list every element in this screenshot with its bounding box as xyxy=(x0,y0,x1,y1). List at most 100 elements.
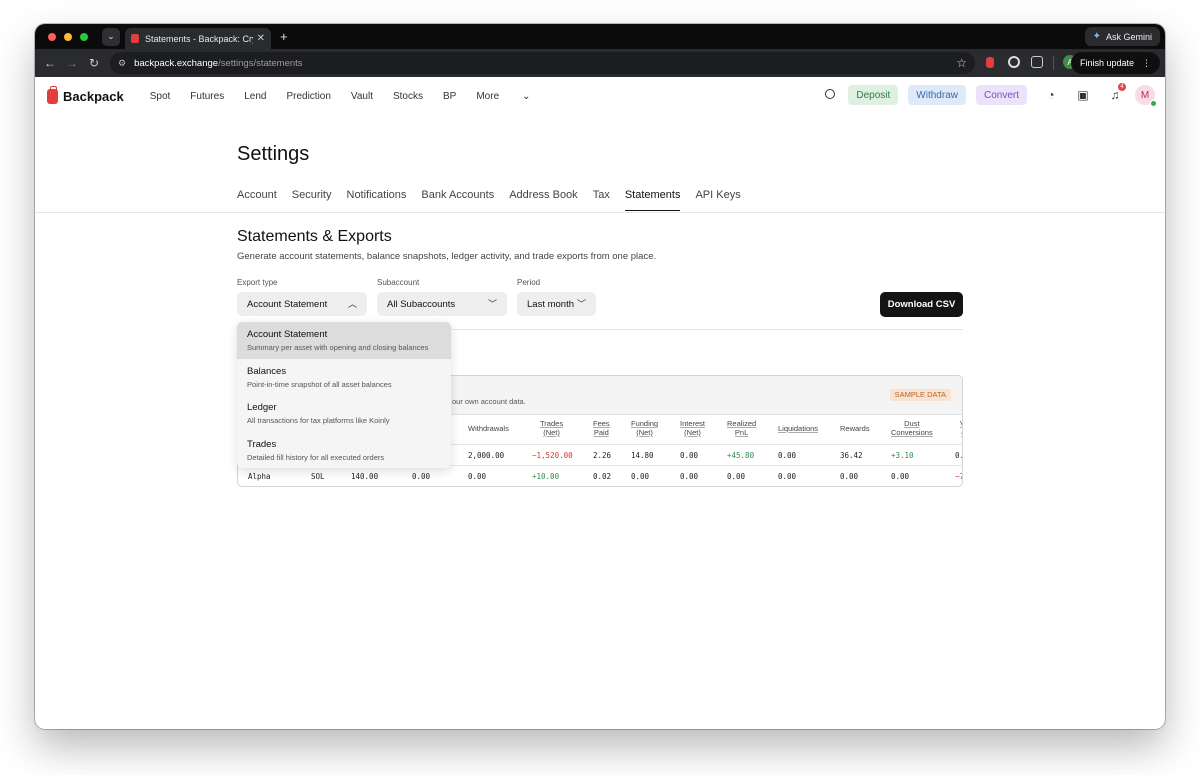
tab-address-book[interactable]: Address Book xyxy=(509,189,577,211)
backpack-logo-icon xyxy=(47,85,58,104)
nav-vault[interactable]: Vault xyxy=(351,91,373,102)
tab-statements[interactable]: Statements xyxy=(624,189,681,211)
url-host: backpack.exchange xyxy=(134,57,219,69)
dropdown-option-balances[interactable]: Balances Point-in-time snapshot of all a… xyxy=(237,359,451,396)
cell-interest: 0.00 xyxy=(680,451,699,460)
more-vert-icon: ⋮ xyxy=(1142,57,1151,68)
back-arrow-icon[interactable]: ← xyxy=(39,56,61,70)
cell-liquidations: 0.00 xyxy=(778,472,797,481)
tab-bank-accounts[interactable]: Bank Accounts xyxy=(421,189,494,211)
tab-notifications[interactable]: Notifications xyxy=(347,189,407,211)
period-value: Last month xyxy=(527,298,574,310)
url-path: /settings/statements xyxy=(218,57,303,69)
nav-more[interactable]: More ⌄ xyxy=(476,91,550,102)
convert-button[interactable]: Convert xyxy=(975,85,1027,105)
withdraw-button[interactable]: Withdraw xyxy=(908,85,966,105)
cell-deposits: 0.00 xyxy=(412,472,431,481)
nav-spot[interactable]: Spot xyxy=(150,91,171,102)
col-realized-pnl: Realized PnL xyxy=(727,419,757,437)
tab-security[interactable]: Security xyxy=(292,189,332,211)
ask-gemini-button[interactable]: ✦ Ask Gemini xyxy=(1084,27,1160,46)
forward-arrow-icon[interactable]: → xyxy=(61,56,83,70)
page-title: Settings xyxy=(237,143,310,165)
minimize-window-button[interactable] xyxy=(64,32,72,41)
cell-realized-pnl: 0.00 xyxy=(727,472,746,481)
finish-update-label: Finish update xyxy=(1079,58,1134,68)
nav-stocks[interactable]: Stocks xyxy=(393,91,423,102)
option-label: Trades xyxy=(247,438,277,450)
maximize-window-button[interactable] xyxy=(80,32,88,41)
extensions-puzzle-icon[interactable] xyxy=(1031,56,1043,68)
search-icon[interactable] xyxy=(822,87,838,103)
chevron-down-icon: ⌄ xyxy=(522,90,531,102)
brand-logo[interactable]: Backpack xyxy=(47,85,124,104)
cell-subaccount: Alpha xyxy=(248,472,271,481)
backpack-favicon-icon xyxy=(131,34,139,43)
export-type-label: Export type xyxy=(237,278,278,287)
tab-api-keys[interactable]: API Keys xyxy=(695,189,740,211)
header-actions: Deposit Withdraw Convert ◔ ▣ ♫ 4 M xyxy=(806,83,1157,107)
finish-update-button[interactable]: Finish update ⋮ xyxy=(1070,52,1160,74)
new-tab-button[interactable]: + xyxy=(280,29,288,44)
option-description: All transactions for tax platforms like … xyxy=(247,416,390,425)
pie-chart-icon[interactable]: ◔ xyxy=(1043,87,1059,103)
subaccount-select[interactable]: All Subaccounts ﹀ xyxy=(377,292,507,316)
export-type-dropdown: Account Statement Summary per asset with… xyxy=(237,322,451,468)
user-avatar[interactable]: M xyxy=(1135,85,1157,107)
col-liquidations: Liquidations xyxy=(778,424,819,433)
dropdown-option-trades[interactable]: Trades Detailed fill history for all exe… xyxy=(237,432,451,469)
tab-account[interactable]: Account xyxy=(237,189,277,211)
nav-futures[interactable]: Futures xyxy=(190,91,224,102)
chevron-down-icon: ﹀ xyxy=(487,299,497,309)
chevron-down-icon: ⌄ xyxy=(107,31,115,41)
close-icon[interactable]: ✕ xyxy=(257,33,265,44)
export-type-value: Account Statement xyxy=(247,298,328,310)
tab-search-button[interactable]: ⌄ xyxy=(102,27,120,46)
browser-toolbar: ← → ↻ ⚙ backpack.exchange/settings/state… xyxy=(35,49,1165,77)
preview-note: our own account data. xyxy=(452,397,526,406)
option-description: Detailed fill history for all executed o… xyxy=(247,452,385,462)
period-label: Period xyxy=(517,278,541,287)
gift-icon[interactable]: ▣ xyxy=(1075,87,1091,103)
nav-bp[interactable]: BP xyxy=(443,91,456,102)
reload-icon[interactable]: ↻ xyxy=(83,56,105,70)
download-csv-button[interactable]: Download CSV xyxy=(880,292,963,317)
browser-tab[interactable]: Statements - Backpack: Cryp ✕ xyxy=(125,28,271,49)
cell-asset: SOL xyxy=(311,472,325,481)
bell-icon[interactable]: ♫ 4 xyxy=(1107,83,1126,103)
subaccount-label: Subaccount xyxy=(377,278,420,287)
cell-funding: 14.80 xyxy=(631,451,654,460)
cell-funding: 0.00 xyxy=(631,472,650,481)
col-truncated: V( xyxy=(960,419,962,437)
col-fees: Fees Paid xyxy=(593,419,610,437)
subaccount-value: All Subaccounts xyxy=(387,298,456,310)
cell-dust: 0.00 xyxy=(891,472,910,481)
nav-more-label: More xyxy=(476,90,500,102)
period-select[interactable]: Last month ﹀ xyxy=(517,292,596,316)
option-label: Balances xyxy=(247,365,287,377)
divider xyxy=(35,212,1165,213)
nav-prediction[interactable]: Prediction xyxy=(286,91,330,102)
address-bar[interactable]: ⚙ backpack.exchange/settings/statements … xyxy=(110,52,975,74)
section-title: Statements & Exports xyxy=(237,228,392,245)
cell-fees: 0.02 xyxy=(593,472,612,481)
notification-badge: 4 xyxy=(1118,83,1126,91)
export-type-select[interactable]: Account Statement ︿ xyxy=(237,292,367,316)
settings-tabs: Account Security Notifications Bank Acco… xyxy=(237,189,756,211)
bookmark-star-icon[interactable]: ☆ xyxy=(956,56,967,70)
dropdown-option-ledger[interactable]: Ledger All transactions for tax platform… xyxy=(237,395,451,432)
online-status-icon xyxy=(1150,100,1157,107)
close-window-button[interactable] xyxy=(48,32,56,41)
gemini-icon: ✦ xyxy=(1092,31,1101,42)
deposit-button[interactable]: Deposit xyxy=(848,85,899,105)
dropdown-option-account-statement[interactable]: Account Statement Summary per asset with… xyxy=(237,322,451,359)
backpack-extension-icon[interactable] xyxy=(986,57,994,68)
tab-tax[interactable]: Tax xyxy=(593,189,610,211)
extension-icon[interactable] xyxy=(1008,56,1020,68)
site-settings-icon[interactable]: ⚙ xyxy=(118,58,126,69)
nav-lend[interactable]: Lend xyxy=(244,91,266,102)
option-description: Point-in-time snapshot of all asset bala… xyxy=(247,379,392,389)
cell-opening: 140.00 xyxy=(351,472,379,481)
option-label: Account Statement xyxy=(247,329,328,340)
option-label: Ledger xyxy=(247,402,277,413)
